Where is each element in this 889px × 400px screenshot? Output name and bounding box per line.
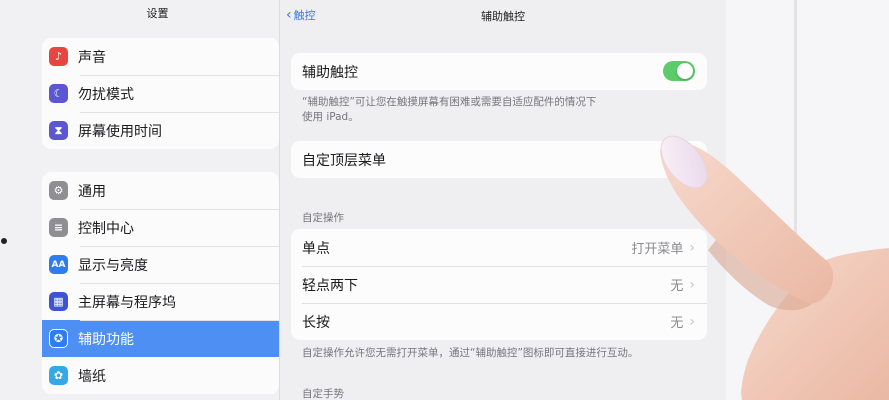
toggle-knob — [677, 63, 693, 79]
custom-actions-note: 自定操作允许您无需打开菜单，通过“辅助触控”图标即可直接进行互动。 — [302, 347, 639, 359]
sidebar-item-label: 主屏幕与程序坞 — [78, 294, 176, 311]
sidebar-item-home-screen-dock[interactable]: ▦ 主屏幕与程序坞 — [42, 283, 279, 320]
page-title: 辅助触控 — [481, 10, 525, 23]
chevron-right-icon: › — [689, 313, 695, 330]
sidebar-item-accessibility[interactable]: ✪ 辅助功能 — [42, 320, 279, 357]
settings-sidebar: 设置 ♪ 声音 ☾ 勿扰模式 ⧗ 屏幕使用时间 ⚙ 通用 ≡ 控制中心 AA 显… — [36, 0, 280, 400]
sidebar-item-general[interactable]: ⚙ 通用 — [42, 172, 279, 209]
action-value: 无 › — [670, 275, 695, 295]
assistive-note-line-1: “辅助触控”可让您在触摸屏幕有困难或需要自适应配件的情况下 — [302, 96, 597, 108]
action-row-single-tap[interactable]: 单点 打开菜单 › — [291, 229, 707, 266]
sidebar-item-label: 屏幕使用时间 — [78, 123, 162, 140]
moon-icon: ☾ — [49, 84, 68, 103]
assistive-touch-card: 辅助触控 — [291, 53, 707, 90]
custom-top-menu-row[interactable]: 自定顶层菜单 › — [291, 141, 707, 178]
text-size-icon: AA — [49, 255, 68, 274]
assistive-touch-toggle[interactable] — [663, 61, 695, 81]
chevron-right-icon: › — [689, 151, 695, 168]
sidebar-group-1: ♪ 声音 ☾ 勿扰模式 ⧗ 屏幕使用时间 — [42, 38, 279, 149]
sidebar-title: 设置 — [146, 7, 169, 20]
sidebar-item-label: 声音 — [78, 49, 106, 66]
sidebar-item-screen-time[interactable]: ⧗ 屏幕使用时间 — [42, 112, 279, 149]
sidebar-item-label: 勿扰模式 — [78, 86, 134, 103]
toggles-icon: ≡ — [49, 218, 68, 237]
custom-top-menu-chevron: › — [683, 152, 695, 168]
sidebar-group-2: ⚙ 通用 ≡ 控制中心 AA 显示与亮度 ▦ 主屏幕与程序坞 ✪ 辅助功能 ✿ … — [42, 172, 279, 394]
action-value: 无 › — [670, 312, 695, 332]
sidebar-item-label: 显示与亮度 — [78, 257, 148, 274]
sidebar-item-sounds[interactable]: ♪ 声音 — [42, 38, 279, 75]
sidebar-item-do-not-disturb[interactable]: ☾ 勿扰模式 — [42, 75, 279, 112]
custom-top-menu-card: 自定顶层菜单 › — [291, 141, 707, 178]
hourglass-icon: ⧗ — [49, 121, 68, 140]
sidebar-item-label: 辅助功能 — [78, 331, 134, 348]
action-label: 长按 — [302, 314, 330, 331]
custom-actions-header: 自定操作 — [302, 212, 344, 224]
action-value-text: 无 — [670, 316, 684, 331]
assistive-touch-label: 辅助触控 — [302, 64, 358, 81]
action-row-double-tap[interactable]: 轻点两下 无 › — [291, 266, 707, 303]
chevron-right-icon: › — [689, 239, 695, 256]
assistive-touch-note: “辅助触控”可让您在触摸屏幕有困难或需要自适应配件的情况下 使用 iPad。 — [302, 95, 662, 125]
front-camera-dot — [1, 238, 7, 244]
action-row-long-press[interactable]: 长按 无 › — [291, 303, 707, 340]
accessibility-icon: ✪ — [49, 329, 68, 348]
assistive-note-line-2: 使用 iPad。 — [302, 111, 359, 123]
sidebar-item-display-brightness[interactable]: AA 显示与亮度 — [42, 246, 279, 283]
sidebar-item-label: 控制中心 — [78, 220, 134, 237]
custom-actions-card: 单点 打开菜单 › 轻点两下 无 › 长按 无 › — [291, 229, 707, 340]
ipad-screen: 设置 ♪ 声音 ☾ 勿扰模式 ⧗ 屏幕使用时间 ⚙ 通用 ≡ 控制中心 AA 显… — [36, 0, 726, 400]
assistive-touch-row: 辅助触控 — [291, 53, 707, 90]
detail-pane: ‹ 触控 辅助触控 辅助触控 “辅助触控”可让您在触摸屏幕有困难或需要自适应配件… — [280, 0, 726, 400]
speaker-icon: ♪ — [49, 47, 68, 66]
action-label: 轻点两下 — [302, 277, 358, 294]
gear-icon: ⚙ — [49, 181, 68, 200]
action-value-text: 打开菜单 — [631, 242, 684, 257]
custom-gestures-header: 自定手势 — [302, 388, 344, 400]
sidebar-item-label: 墙纸 — [78, 368, 106, 385]
action-value: 打开菜单 › — [631, 238, 695, 258]
sidebar-item-label: 通用 — [78, 183, 106, 200]
bezel-edge — [794, 0, 797, 400]
chevron-right-icon: › — [689, 276, 695, 293]
action-label: 单点 — [302, 240, 330, 257]
custom-top-menu-label: 自定顶层菜单 — [302, 152, 386, 169]
sidebar-item-control-center[interactable]: ≡ 控制中心 — [42, 209, 279, 246]
device-bezel-left — [0, 0, 36, 400]
action-value-text: 无 — [670, 279, 684, 294]
home-grid-icon: ▦ — [49, 292, 68, 311]
sidebar-item-wallpaper[interactable]: ✿ 墙纸 — [42, 357, 279, 394]
flower-icon: ✿ — [49, 366, 68, 385]
device-bezel-right — [726, 0, 889, 400]
